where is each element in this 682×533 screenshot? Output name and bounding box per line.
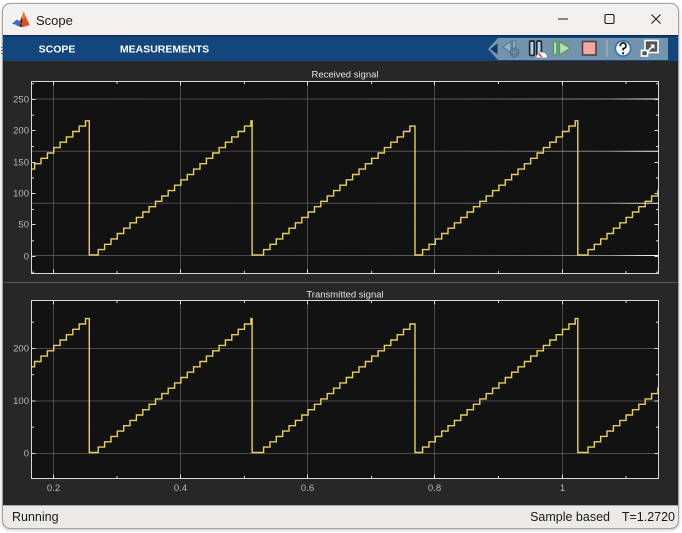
svg-text:100: 100: [13, 396, 29, 407]
svg-text:50: 50: [18, 220, 29, 231]
svg-text:0.2: 0.2: [47, 483, 60, 494]
svg-text:0: 0: [24, 449, 29, 460]
svg-text:100: 100: [13, 189, 29, 200]
svg-text:200: 200: [13, 344, 29, 355]
svg-text:1: 1: [560, 483, 565, 494]
svg-text:MEASUREMENTS: MEASUREMENTS: [120, 44, 209, 56]
svg-text:0: 0: [24, 252, 29, 263]
svg-text:150: 150: [13, 158, 29, 169]
svg-text:Transmitted signal: Transmitted signal: [306, 290, 383, 301]
svg-text:250: 250: [13, 95, 29, 106]
svg-text:200: 200: [13, 126, 29, 137]
svg-text:0.8: 0.8: [428, 483, 441, 494]
svg-text:0.6: 0.6: [301, 483, 314, 494]
svg-text:SCOPE: SCOPE: [39, 44, 76, 56]
svg-text:0.4: 0.4: [174, 483, 187, 494]
svg-text:Received signal: Received signal: [311, 70, 378, 81]
